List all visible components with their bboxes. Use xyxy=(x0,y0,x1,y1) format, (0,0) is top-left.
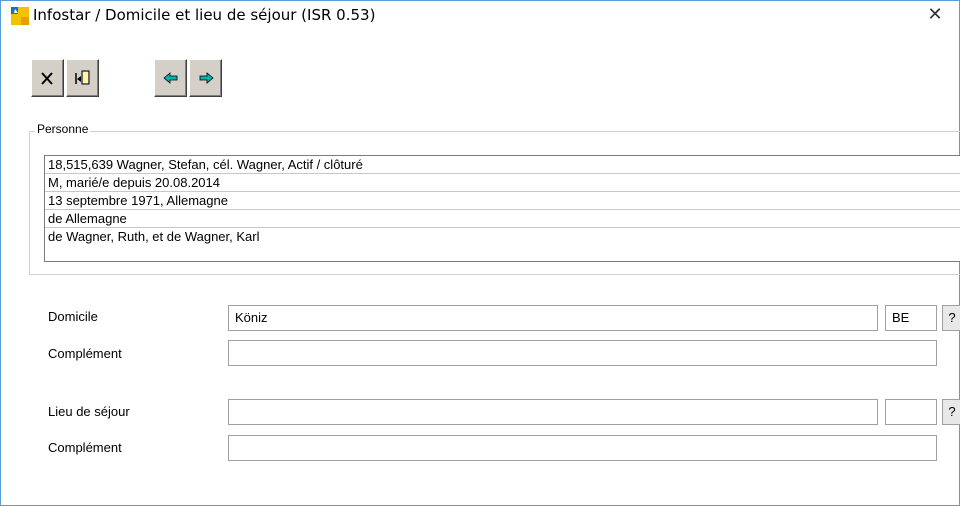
infostar-app-icon xyxy=(11,7,29,25)
next-button[interactable] xyxy=(189,59,222,97)
personne-line-origin[interactable]: de Allemagne xyxy=(45,210,960,228)
domicile-help-button[interactable]: ? xyxy=(942,305,960,331)
sejour-canton-input[interactable] xyxy=(885,399,937,425)
arrow-right-icon xyxy=(199,72,214,84)
personne-line-birth[interactable]: 13 septembre 1971, Allemagne xyxy=(45,192,960,210)
exit-door-icon xyxy=(75,70,90,85)
previous-button[interactable] xyxy=(154,59,187,97)
sejour-input[interactable] xyxy=(228,399,878,425)
close-icon[interactable]: ✕ xyxy=(923,3,947,27)
cancel-button[interactable] xyxy=(31,59,64,97)
sejour-complement-input[interactable] xyxy=(228,435,937,461)
window-title: Infostar / Domicile et lieu de séjour (I… xyxy=(33,6,376,24)
personne-line-id[interactable]: 18,515,639 Wagner, Stefan, cél. Wagner, … xyxy=(45,156,960,174)
domicile-complement-label: Complément xyxy=(48,346,122,361)
sejour-help-button[interactable]: ? xyxy=(942,399,960,425)
domicile-label: Domicile xyxy=(48,309,98,324)
dialog-window: Infostar / Domicile et lieu de séjour (I… xyxy=(0,0,960,506)
x-close-icon xyxy=(41,72,53,85)
personne-list[interactable]: 18,515,639 Wagner, Stefan, cél. Wagner, … xyxy=(44,155,960,262)
sejour-label: Lieu de séjour xyxy=(48,404,130,419)
personne-group-label: Personne xyxy=(35,122,91,136)
sejour-complement-label: Complément xyxy=(48,440,122,455)
domicile-input[interactable]: Köniz xyxy=(228,305,878,331)
arrow-left-icon xyxy=(163,72,178,84)
exit-button[interactable] xyxy=(66,59,99,97)
domicile-complement-input[interactable] xyxy=(228,340,937,366)
personne-line-parents[interactable]: de Wagner, Ruth, et de Wagner, Karl xyxy=(45,228,960,245)
title-bar: Infostar / Domicile et lieu de séjour (I… xyxy=(1,1,959,31)
domicile-canton-input[interactable]: BE xyxy=(885,305,937,331)
personne-line-civil-status[interactable]: M, marié/e depuis 20.08.2014 xyxy=(45,174,960,192)
